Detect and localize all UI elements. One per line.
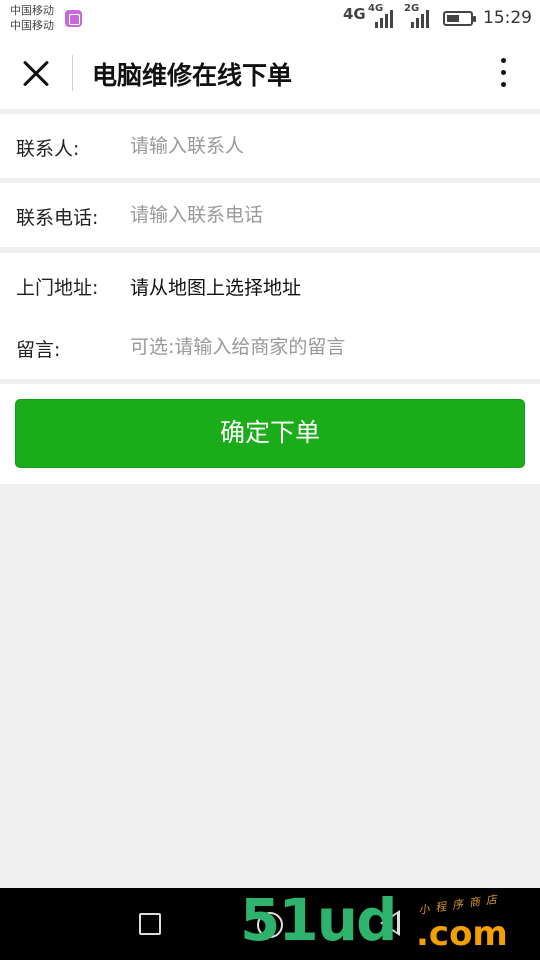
signal-icon-2 [411, 10, 433, 28]
message-label: 留言: [16, 339, 61, 361]
carrier-2: 中国移动 [10, 19, 54, 32]
phone-label: 联系电话: [16, 207, 99, 229]
watermark-suffix: .com [416, 914, 508, 954]
watermark: 51ud 小程序商店 .com [240, 886, 540, 960]
phone-input[interactable] [130, 197, 510, 233]
clock: 15:29 [483, 8, 532, 28]
contact-label: 联系人: [16, 138, 80, 160]
carrier-1: 中国移动 [10, 4, 54, 17]
more-vertical-icon[interactable] [490, 52, 518, 92]
page-title: 电脑维修在线下单 [92, 61, 293, 90]
message-input[interactable] [130, 329, 510, 365]
phone-row: 联系电话: [0, 183, 540, 247]
app-header: 电脑维修在线下单 [0, 36, 540, 109]
carrier-info: 中国移动 中国移动 [10, 3, 54, 33]
submit-order-button[interactable]: 确定下单 [15, 399, 525, 468]
signal-icon-1 [375, 10, 397, 28]
square-recent-icon[interactable] [139, 913, 161, 935]
battery-icon [443, 11, 476, 26]
submit-area: 确定下单 [0, 384, 540, 484]
network-type-1: 4G [343, 5, 366, 23]
message-row: 留言: [0, 315, 540, 379]
close-icon[interactable] [16, 53, 56, 93]
address-label: 上门地址: [16, 277, 99, 299]
contact-input[interactable] [130, 128, 510, 164]
gallery-notification-icon [65, 10, 82, 27]
header-divider [72, 55, 73, 91]
status-bar: 中国移动 中国移动 4G 4G 2G 15:29 [0, 0, 540, 36]
watermark-logo: 51ud [240, 886, 398, 954]
address-row[interactable]: 上门地址: 请从地图上选择地址 [0, 253, 540, 317]
contact-row: 联系人: [0, 114, 540, 178]
battery-level [447, 15, 459, 22]
address-picker[interactable]: 请从地图上选择地址 [130, 273, 301, 300]
